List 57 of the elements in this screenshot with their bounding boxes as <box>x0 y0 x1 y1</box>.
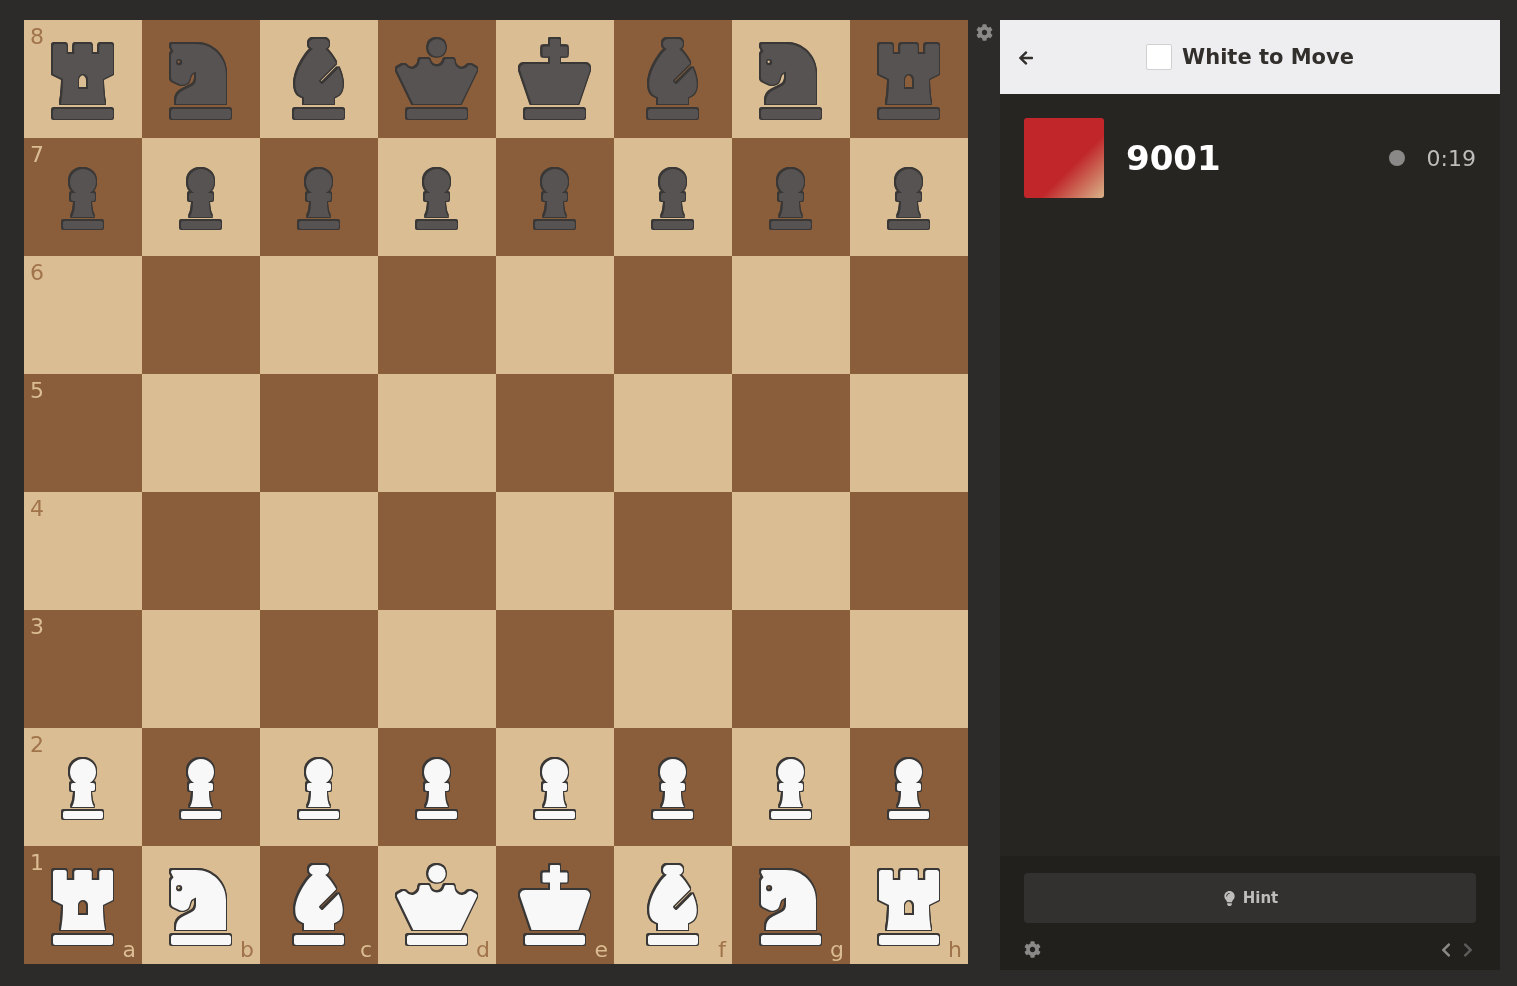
board-square[interactable]: c <box>260 846 378 964</box>
player-name: 9001 <box>1126 138 1222 178</box>
board-square[interactable] <box>850 728 968 846</box>
board-square[interactable]: f <box>614 846 732 964</box>
turn-title: White to Move <box>1182 45 1354 69</box>
file-label: d <box>476 937 490 962</box>
file-label: f <box>718 937 726 962</box>
board-square[interactable]: e <box>496 846 614 964</box>
board-square[interactable] <box>732 20 850 138</box>
board-square[interactable]: d <box>378 846 496 964</box>
file-label: c <box>359 937 372 962</box>
dark-queen-piece[interactable] <box>397 39 477 119</box>
board-square[interactable] <box>614 728 732 846</box>
rank-label: 6 <box>30 260 44 285</box>
board-square[interactable] <box>142 138 260 256</box>
lightbulb-icon <box>1221 890 1237 906</box>
rank-label: 2 <box>30 732 44 757</box>
settings-icon[interactable] <box>975 24 993 41</box>
board-square[interactable]: b <box>142 846 260 964</box>
file-label: e <box>594 937 608 962</box>
rank-label: 1 <box>30 850 44 875</box>
board-square[interactable]: g <box>732 846 850 964</box>
rank-label: 3 <box>30 614 44 639</box>
board-square[interactable]: 1 a <box>24 846 142 964</box>
file-label: g <box>830 937 844 962</box>
board-square[interactable] <box>614 138 732 256</box>
rank-label: 7 <box>30 142 44 167</box>
board-square[interactable] <box>378 138 496 256</box>
board-square[interactable] <box>496 20 614 138</box>
checkbox[interactable] <box>1146 44 1173 70</box>
back-arrow-icon <box>1018 50 1034 66</box>
file-label: b <box>240 937 254 962</box>
file-label: a <box>122 937 136 962</box>
board-square[interactable] <box>260 728 378 846</box>
board-square[interactable]: 7 <box>24 138 142 256</box>
board-square[interactable] <box>260 20 378 138</box>
board-square[interactable]: 6 <box>24 256 142 374</box>
board-square[interactable] <box>732 728 850 846</box>
board-square[interactable]: 8 <box>24 20 142 138</box>
board-square[interactable]: h <box>850 846 968 964</box>
file-label: h <box>948 937 962 962</box>
rank-label: 4 <box>30 496 44 521</box>
board-square[interactable] <box>142 728 260 846</box>
hint-button[interactable]: Hint <box>1024 873 1476 923</box>
board-square[interactable] <box>850 138 968 256</box>
light-queen-piece[interactable] <box>397 865 477 945</box>
status-dot <box>1388 150 1405 166</box>
board-square[interactable]: 4 <box>24 492 142 610</box>
board-square[interactable]: 3 <box>24 610 142 728</box>
board-square[interactable]: 5 <box>24 374 142 492</box>
clock-time: 0:19 <box>1426 145 1476 171</box>
board-square[interactable]: 2 <box>24 728 142 846</box>
settings-icon[interactable] <box>1024 941 1041 958</box>
board-square[interactable] <box>378 728 496 846</box>
rank-label: 8 <box>30 24 44 49</box>
board-square[interactable] <box>496 728 614 846</box>
rank-label: 5 <box>30 378 44 403</box>
